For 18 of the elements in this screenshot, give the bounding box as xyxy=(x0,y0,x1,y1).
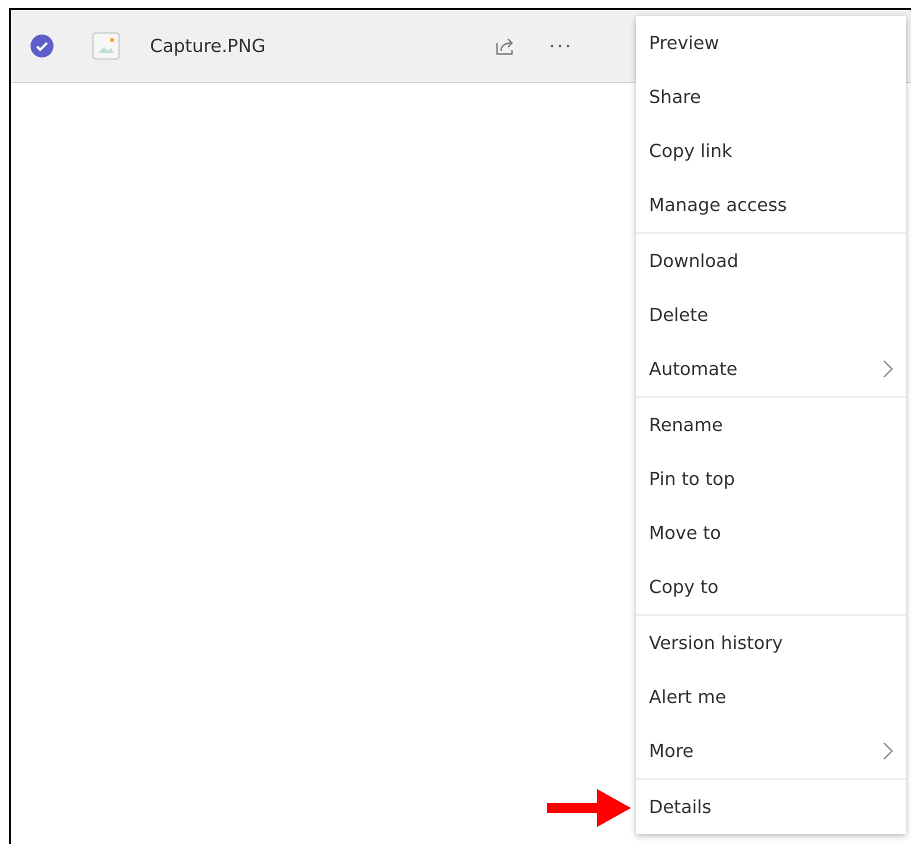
menu-item[interactable]: Download xyxy=(636,234,906,288)
image-file-icon xyxy=(92,32,120,60)
menu-item[interactable]: Preview xyxy=(636,16,906,70)
menu-item[interactable]: Version history xyxy=(636,616,906,670)
menu-item[interactable]: Delete xyxy=(636,288,906,342)
menu-item[interactable]: Manage access xyxy=(636,178,906,232)
menu-item[interactable]: Share xyxy=(636,70,906,124)
menu-item[interactable]: Automate xyxy=(636,342,906,396)
menu-item[interactable]: More xyxy=(636,724,906,778)
checkmark-icon[interactable] xyxy=(30,34,54,58)
menu-item[interactable]: Rename xyxy=(636,398,906,452)
menu-item[interactable]: Pin to top xyxy=(636,452,906,506)
menu-item[interactable]: Alert me xyxy=(636,670,906,724)
menu-item[interactable]: Copy to xyxy=(636,560,906,614)
menu-item[interactable]: Move to xyxy=(636,506,906,560)
menu-item[interactable]: Details xyxy=(636,780,906,834)
file-name[interactable]: Capture.PNG xyxy=(150,36,266,56)
menu-item[interactable]: Copy link xyxy=(636,124,906,178)
